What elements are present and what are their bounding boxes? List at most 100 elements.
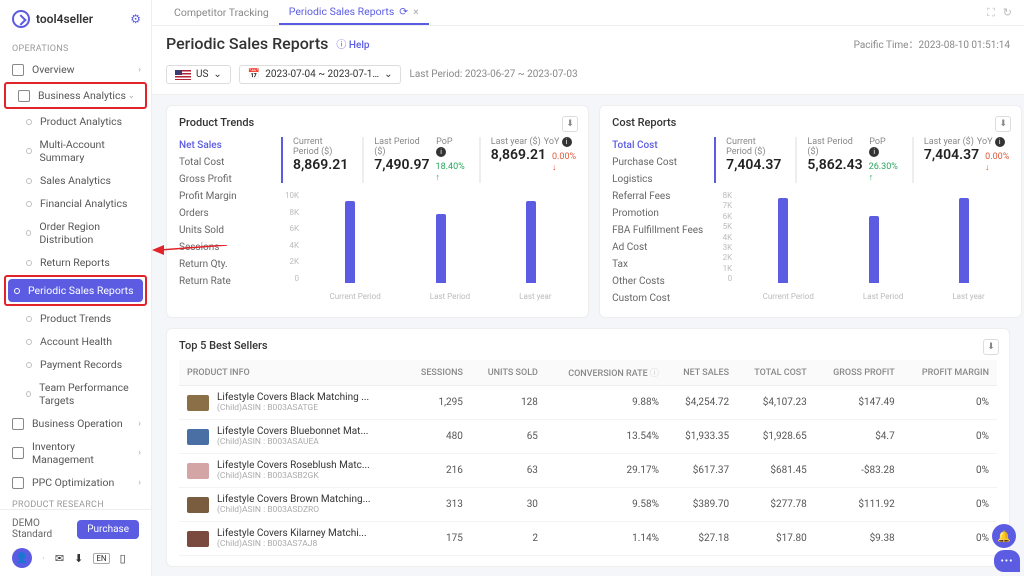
- sidebar-footer: DEMO Standard Purchase 👤 · ✉ ⬇ EN ▯: [0, 509, 151, 576]
- best-sellers-table: PRODUCT INFOSESSIONSUNITS SOLDCONVERSION…: [179, 360, 997, 556]
- notification-icon[interactable]: 🔔: [992, 524, 1016, 548]
- metric-item[interactable]: Promotion: [612, 205, 704, 222]
- download-icon[interactable]: ⬇: [983, 339, 999, 355]
- page-header: Periodic Sales Reports ⓘ Help Pacific Ti…: [152, 26, 1024, 61]
- tab-competitor[interactable]: Competitor Tracking: [164, 1, 279, 24]
- sidebar: tool4seller ⚙ OPERATIONS Overview› Busin…: [0, 0, 152, 576]
- table-row[interactable]: Lifestyle Covers Roseblush Matc...(Child…: [179, 454, 997, 488]
- calendar-icon: 📅: [248, 69, 260, 80]
- nav-return-reports[interactable]: Return Reports: [0, 251, 151, 274]
- main: Competitor Tracking Periodic Sales Repor…: [152, 0, 1024, 576]
- panel-title: Product Trends: [179, 116, 576, 129]
- product-thumbnail: [187, 395, 209, 411]
- metric-item[interactable]: Total Cost: [612, 137, 704, 154]
- analytics-icon: [18, 90, 30, 102]
- tab-bar: Competitor Tracking Periodic Sales Repor…: [152, 0, 1024, 26]
- metric-item[interactable]: Gross Profit: [179, 171, 271, 188]
- metric-item[interactable]: Sessions: [179, 239, 271, 256]
- metric-item[interactable]: Custom Cost: [612, 290, 704, 307]
- stat: Last year ($)YoY i7,404.370.00% ↓: [912, 137, 1009, 183]
- nav-periodic-sales[interactable]: Periodic Sales Reports: [8, 279, 143, 302]
- download-icon[interactable]: ⬇: [995, 116, 1011, 132]
- product-thumbnail: [187, 429, 209, 445]
- metric-item[interactable]: Units Sold: [179, 222, 271, 239]
- metric-item[interactable]: Orders: [179, 205, 271, 222]
- market-select[interactable]: US⌄: [166, 65, 231, 84]
- nav-team-performance[interactable]: Team Performance Targets: [0, 376, 151, 412]
- nav-account-health[interactable]: Account Health: [0, 330, 151, 353]
- date-range-select[interactable]: 📅2023-07-04 ~ 2023-07-1…⌄: [239, 65, 402, 84]
- metric-item[interactable]: Purchase Cost: [612, 154, 704, 171]
- refresh-icon[interactable]: ⟳: [399, 5, 408, 18]
- metric-item[interactable]: Return Rate: [179, 273, 271, 290]
- metric-list: Total CostPurchase CostLogisticsReferral…: [612, 137, 704, 307]
- bullet-icon: [14, 288, 20, 294]
- bullet-icon: [26, 201, 32, 207]
- nav-product-analytics[interactable]: Product Analytics: [0, 110, 151, 133]
- bar: [869, 216, 879, 283]
- page-title: Periodic Sales Reports: [166, 34, 328, 53]
- table-row[interactable]: Lifestyle Covers Kilarney Matchi...(Chil…: [179, 522, 997, 556]
- metric-item[interactable]: Logistics: [612, 171, 704, 188]
- metric-item[interactable]: Net Sales: [179, 137, 271, 154]
- table-row[interactable]: Lifestyle Covers Bluebonnet Mat...(Child…: [179, 420, 997, 454]
- help-link[interactable]: ⓘ Help: [336, 36, 369, 51]
- nav-overview[interactable]: Overview›: [0, 58, 151, 81]
- bar: [959, 198, 969, 283]
- nav-inventory-mgmt[interactable]: Inventory Management›: [0, 435, 151, 471]
- nav-financial-analytics[interactable]: Financial Analytics: [0, 192, 151, 215]
- mobile-icon[interactable]: ▯: [120, 552, 126, 565]
- expand-icon[interactable]: ⛶: [987, 6, 995, 20]
- history-icon[interactable]: ↻: [1003, 6, 1012, 20]
- nav-sales-analytics[interactable]: Sales Analytics: [0, 169, 151, 192]
- avatar-icon[interactable]: 👤: [12, 548, 32, 568]
- timestamp: Pacific Time：2023-08-10 01:51:14: [854, 36, 1010, 51]
- metric-item[interactable]: Profit Margin: [179, 188, 271, 205]
- target-icon: [12, 477, 24, 489]
- bullet-icon: [26, 339, 32, 345]
- download-icon[interactable]: ⬇: [562, 116, 578, 132]
- table-row[interactable]: Lifestyle Covers Black Matching ...(Chil…: [179, 386, 997, 420]
- filter-bar: US⌄ 📅2023-07-04 ~ 2023-07-1…⌄ Last Perio…: [152, 61, 1024, 95]
- chat-icon[interactable]: •••: [994, 550, 1020, 572]
- logo-icon: [12, 10, 30, 28]
- bullet-icon: [26, 230, 31, 236]
- demo-label: DEMO: [12, 518, 52, 529]
- inventory-icon: [12, 447, 24, 459]
- nav-business-operation[interactable]: Business Operation›: [0, 412, 151, 435]
- settings-gear-icon[interactable]: ⚙: [130, 12, 141, 26]
- bar: [345, 201, 355, 283]
- logo[interactable]: tool4seller: [0, 0, 151, 38]
- metric-item[interactable]: Total Cost: [179, 154, 271, 171]
- chevron-right-icon: ›: [138, 65, 141, 75]
- metric-item[interactable]: Return Qty.: [179, 256, 271, 273]
- language-icon[interactable]: EN: [93, 553, 109, 564]
- bar: [436, 214, 446, 283]
- download-icon[interactable]: ⬇: [74, 552, 83, 565]
- nav-business-analytics[interactable]: Business Analytics⌄: [6, 84, 145, 107]
- nav-ppc[interactable]: PPC Optimization›: [0, 471, 151, 494]
- close-tab-icon[interactable]: ×: [413, 5, 419, 18]
- box-icon: [12, 418, 24, 430]
- nav-multi-account[interactable]: Multi-Account Summary: [0, 133, 151, 169]
- home-icon: [12, 64, 24, 76]
- table-row[interactable]: Lifestyle Covers Brown Matching...(Child…: [179, 488, 997, 522]
- metric-item[interactable]: Ad Cost: [612, 239, 704, 256]
- bullet-icon: [26, 148, 32, 154]
- stats-row: Current Period ($)7,404.37Last Period ($…: [714, 137, 1009, 183]
- mail-icon[interactable]: ✉: [55, 552, 64, 565]
- purchase-button[interactable]: Purchase: [77, 520, 139, 539]
- highlight-box-business-analytics: Business Analytics⌄: [4, 82, 147, 109]
- nav-product-trends[interactable]: Product Trends: [0, 307, 151, 330]
- metric-item[interactable]: Referral Fees: [612, 188, 704, 205]
- chevron-right-icon: ›: [138, 448, 141, 458]
- metric-item[interactable]: Other Costs: [612, 273, 704, 290]
- stat: Last Period ($)PoP i7,490.9718.40% ↑: [362, 137, 464, 183]
- bar-chart: 10K8K6K4K2K0 Current PeriodLast PeriodLa…: [281, 191, 576, 301]
- nav-order-region[interactable]: Order Region Distribution: [0, 215, 151, 251]
- metric-item[interactable]: Tax: [612, 256, 704, 273]
- tab-periodic[interactable]: Periodic Sales Reports⟳×: [279, 0, 429, 25]
- chevron-right-icon: ›: [138, 478, 141, 488]
- metric-item[interactable]: FBA Fulfillment Fees: [612, 222, 704, 239]
- nav-payment-records[interactable]: Payment Records: [0, 353, 151, 376]
